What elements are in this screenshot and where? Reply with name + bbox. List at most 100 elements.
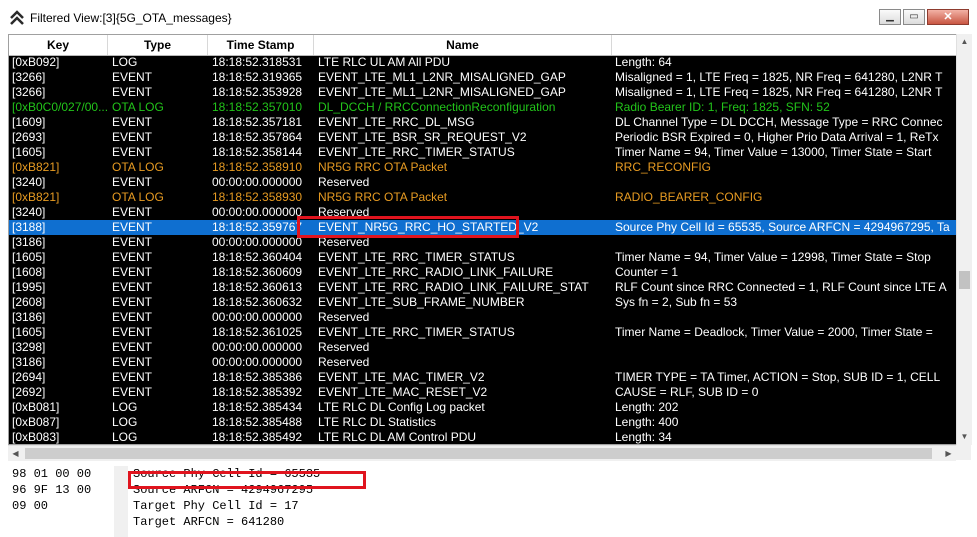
column-header-timestamp[interactable]: Time Stamp xyxy=(208,35,314,55)
scroll-left-icon[interactable]: ◀ xyxy=(8,446,23,461)
cell-key: [1605] xyxy=(12,250,46,264)
table-row[interactable]: [0xB081] LOG 18:18:52.385434 LTE RLC DL Con… xyxy=(9,400,956,415)
table-row[interactable]: [2692] EVENT 18:18:52.385392 EVENT_LTE_MAC_… xyxy=(9,385,956,400)
table-row[interactable]: [3186] EVENT 00:00:00.000000 Reserved xyxy=(9,355,956,370)
cell-type: EVENT xyxy=(112,310,153,324)
table-row[interactable]: [2608] EVENT 18:18:52.360632 EVENT_LTE_SUB_… xyxy=(9,295,956,310)
cell-type: OTA LOG xyxy=(112,100,164,114)
cell-key: [0xB092] xyxy=(12,55,60,69)
table-row[interactable]: [0xB083] LOG 18:18:52.385492 LTE RLC DL AM … xyxy=(9,430,956,444)
column-header-key[interactable]: Key xyxy=(9,35,108,55)
cell-timestamp: 18:18:52.318531 xyxy=(212,55,303,69)
scroll-down-icon[interactable]: ▼ xyxy=(957,429,972,445)
message-grid[interactable]: Key Type Time Stamp Name [0xB092] LOG 18:1… xyxy=(8,34,956,445)
table-row[interactable]: [3186] EVENT 00:00:00.000000 Reserved xyxy=(9,310,956,325)
hex-pane[interactable]: 98 01 00 00 96 9F 13 00 09 00 xyxy=(8,466,128,537)
cell-info xyxy=(615,310,956,325)
vertical-scrollbar[interactable]: ▲ ▼ xyxy=(956,34,972,445)
table-row[interactable]: [1608] EVENT 18:18:52.360609 EVENT_LTE_RRC_… xyxy=(9,265,956,280)
scroll-up-icon[interactable]: ▲ xyxy=(957,34,972,50)
cell-timestamp: 18:18:52.360613 xyxy=(212,280,303,294)
cell-name: LTE RLC DL Statistics xyxy=(318,415,437,429)
column-header-name[interactable]: Name xyxy=(314,35,612,55)
double-chevron-up-icon[interactable] xyxy=(9,9,25,25)
cell-info: Radio Bearer ID: 1, Freq: 1825, SFN: 52 xyxy=(615,100,830,114)
table-row[interactable]: [1605] EVENT 18:18:52.361025 EVENT_LTE_RRC_… xyxy=(9,325,956,340)
cell-name: EVENT_LTE_RRC_RADIO_LINK_FAILURE_STAT xyxy=(318,280,589,294)
maximize-button[interactable]: ▭ xyxy=(903,9,925,25)
maximize-icon: ▭ xyxy=(909,11,919,22)
table-row[interactable]: [3240] EVENT 00:00:00.000000 Reserved xyxy=(9,175,956,190)
column-header-info[interactable] xyxy=(612,35,956,55)
cell-info: Timer Name = Deadlock, Timer Value = 200… xyxy=(615,325,933,339)
table-row[interactable]: [0xB0C0/027/00... OTA LOG 18:18:52.357010 D… xyxy=(9,100,956,115)
vertical-scroll-thumb[interactable] xyxy=(959,271,970,289)
table-row[interactable]: [2693] EVENT 18:18:52.357864 EVENT_LTE_BSR_… xyxy=(9,130,956,145)
cell-info: Length: 202 xyxy=(615,400,679,414)
table-row[interactable]: [3298] EVENT 00:00:00.000000 Reserved xyxy=(9,340,956,355)
hex-line: 98 01 00 00 xyxy=(12,467,92,481)
table-row[interactable]: [1995] EVENT 18:18:52.360613 EVENT_LTE_RRC_… xyxy=(9,280,956,295)
cell-type: EVENT xyxy=(112,295,153,309)
hex-line: 09 00 xyxy=(12,499,49,513)
cell-key: [3186] xyxy=(12,235,46,249)
minimize-button[interactable]: ▁ xyxy=(879,9,901,25)
horizontal-scroll-thumb[interactable] xyxy=(25,448,932,459)
cell-name: Reserved xyxy=(318,175,370,189)
cell-timestamp: 00:00:00.000000 xyxy=(212,175,303,189)
cell-name: LTE RLC DL AM Control PDU xyxy=(318,430,477,444)
cell-info: Misaligned = 1, LTE Freq = 1825, NR Freq… xyxy=(615,85,943,99)
table-row[interactable]: [0xB092] LOG 18:18:52.318531 LTE RLC UL AM … xyxy=(9,55,956,70)
cell-name: EVENT_LTE_MAC_RESET_V2 xyxy=(318,385,488,399)
cell-timestamp: 18:18:52.360404 xyxy=(212,250,303,264)
cell-name: Reserved xyxy=(318,340,370,354)
scroll-right-icon[interactable]: ▶ xyxy=(941,446,956,461)
table-row[interactable]: [0xB821] OTA LOG 18:18:52.358930 NR5G RRC O… xyxy=(9,190,956,205)
cell-info xyxy=(615,340,956,355)
cell-key: [3240] xyxy=(12,175,46,189)
cell-timestamp: 18:18:52.358144 xyxy=(212,145,303,159)
cell-info: DL Channel Type = DL DCCH, Message Type … xyxy=(615,115,943,129)
cell-type: EVENT xyxy=(112,325,153,339)
cell-timestamp: 18:18:52.357181 xyxy=(212,115,303,129)
column-header-type[interactable]: Type xyxy=(108,35,208,55)
cell-timestamp: 18:18:52.385488 xyxy=(212,415,303,429)
cell-key: [2692] xyxy=(12,385,46,399)
horizontal-scrollbar[interactable]: ◀ ▶ xyxy=(8,445,956,461)
table-row[interactable]: [3266] EVENT 18:18:52.319365 EVENT_LTE_ML1_… xyxy=(9,70,956,85)
cell-name: EVENT_LTE_RRC_TIMER_STATUS xyxy=(318,250,515,264)
cell-key: [3240] xyxy=(12,205,46,219)
cell-name: EVENT_LTE_MAC_TIMER_V2 xyxy=(318,370,485,384)
close-icon: ✕ xyxy=(943,11,953,23)
cell-key: [1995] xyxy=(12,280,46,294)
cell-key: [1609] xyxy=(12,115,46,129)
cell-key: [1605] xyxy=(12,145,46,159)
table-row[interactable]: [1605] EVENT 18:18:52.360404 EVENT_LTE_RRC_… xyxy=(9,250,956,265)
hex-scrollbar[interactable] xyxy=(114,466,128,537)
table-row[interactable]: [1609] EVENT 18:18:52.357181 EVENT_LTE_RRC_… xyxy=(9,115,956,130)
cell-type: EVENT xyxy=(112,355,153,369)
grid-header: Key Type Time Stamp Name xyxy=(9,35,956,56)
cell-timestamp: 18:18:52.353928 xyxy=(212,85,303,99)
table-row[interactable]: [3266] EVENT 18:18:52.353928 EVENT_LTE_ML1_… xyxy=(9,85,956,100)
grid-rows: [0xB092] LOG 18:18:52.318531 LTE RLC UL AM … xyxy=(9,55,956,444)
highlight-box-event-name xyxy=(297,216,519,238)
cell-timestamp: 18:18:52.357010 xyxy=(212,100,303,114)
cell-name: LTE RLC UL AM All PDU xyxy=(318,55,451,69)
table-row[interactable]: [2694] EVENT 18:18:52.385386 EVENT_LTE_MAC_… xyxy=(9,370,956,385)
highlight-box-detail xyxy=(128,471,366,489)
cell-timestamp: 00:00:00.000000 xyxy=(212,355,303,369)
close-button[interactable]: ✕ xyxy=(927,9,969,25)
hex-line: 96 9F 13 00 xyxy=(12,483,92,497)
cell-info xyxy=(615,205,956,220)
table-row[interactable]: [0xB087] LOG 18:18:52.385488 LTE RLC DL Sta… xyxy=(9,415,956,430)
cell-key: [3266] xyxy=(12,70,46,84)
cell-key: [0xB0C0/027/00... xyxy=(12,100,109,114)
cell-key: [3266] xyxy=(12,85,46,99)
cell-type: EVENT xyxy=(112,175,153,189)
table-row[interactable]: [1605] EVENT 18:18:52.358144 EVENT_LTE_RRC_… xyxy=(9,145,956,160)
cell-info: Source Phy Cell Id = 65535, Source ARFCN… xyxy=(615,220,950,234)
cell-name: NR5G RRC OTA Packet xyxy=(318,190,448,204)
cell-type: LOG xyxy=(112,430,138,444)
table-row[interactable]: [0xB821] OTA LOG 18:18:52.358910 NR5G RRC O… xyxy=(9,160,956,175)
